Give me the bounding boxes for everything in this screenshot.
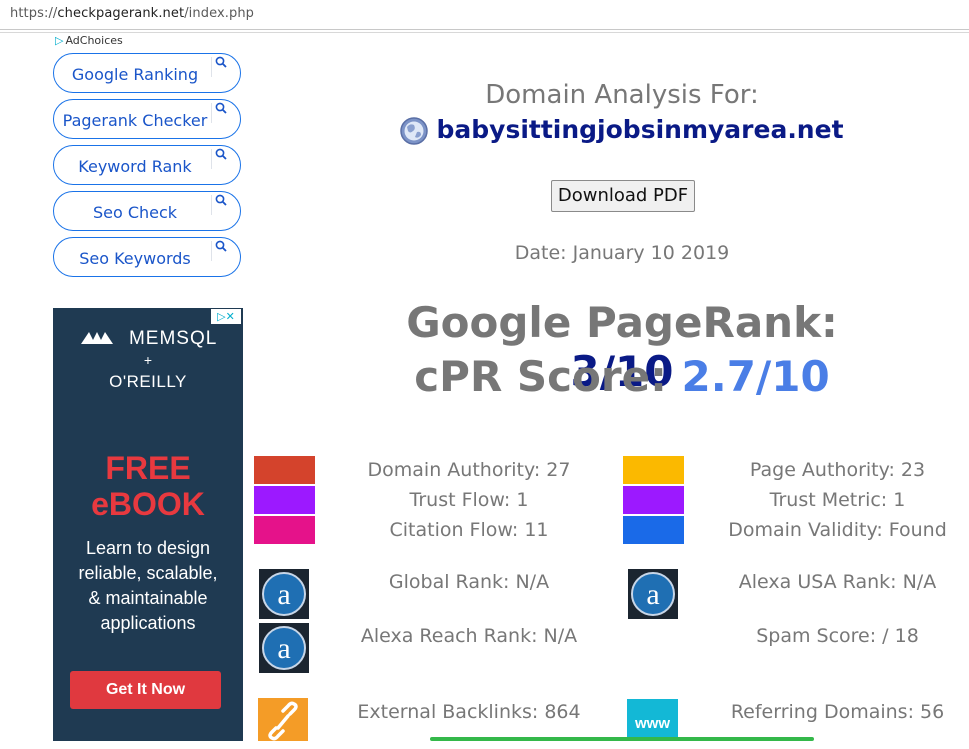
- domain-name: babysittingjobsinmyarea.net: [436, 115, 844, 144]
- seo-check-button[interactable]: Seo Check: [53, 191, 241, 231]
- download-pdf-button[interactable]: Download PDF: [551, 180, 695, 212]
- url-scheme: https://: [10, 6, 58, 21]
- domain-validity-swatch: [623, 516, 684, 544]
- oreilly-logo: O'REILLY: [109, 372, 187, 391]
- ad-body: Learn to design reliable, scalable, & ma…: [53, 536, 243, 636]
- cpr-label: cPR Score:: [414, 352, 682, 401]
- ad-headline-ebook: eBOOK: [91, 486, 205, 522]
- divider: [0, 32, 969, 33]
- ad-body-line: applications: [100, 613, 196, 633]
- trust-flow-swatch: [254, 486, 315, 514]
- alexa-icon: a: [259, 569, 309, 619]
- keyword-rank-button[interactable]: Keyword Rank: [53, 145, 241, 185]
- svg-text:a: a: [277, 578, 290, 611]
- divider: [211, 149, 212, 169]
- ad-body-line: & maintainable: [88, 588, 208, 608]
- ad-body-line: reliable, scalable,: [78, 563, 218, 583]
- search-icon: [215, 148, 227, 160]
- ad-headline-free: FREE: [105, 450, 191, 486]
- seo-keywords-button[interactable]: Seo Keywords: [53, 237, 241, 277]
- button-label: Seo Keywords: [79, 249, 191, 268]
- sidebar-advertisement[interactable]: ▷✕ MEMSQL + O'REILLY FREE eBOOK Learn to…: [53, 308, 243, 741]
- search-icon: [215, 194, 227, 206]
- plus-text: +: [143, 352, 153, 368]
- trust-metric: Trust Metric: 1: [769, 489, 906, 511]
- memsql-logo-icon: [80, 332, 113, 344]
- page-authority: Page Authority: 23: [749, 459, 926, 481]
- search-icon: [215, 102, 227, 114]
- google-ranking-button[interactable]: Google Ranking: [53, 53, 241, 93]
- pagerank-label: Google PageRank:: [406, 298, 838, 347]
- url-path: /index.php: [184, 6, 255, 21]
- pagerank-checker-button[interactable]: Pagerank Checker: [53, 99, 241, 139]
- citation-flow: Citation Flow: 11: [389, 519, 549, 541]
- get-it-now-button[interactable]: Get It Now: [70, 671, 221, 709]
- referring-domains: Referring Domains: 56: [730, 701, 945, 723]
- alexa-icon: a: [628, 569, 678, 619]
- divider: [211, 241, 212, 261]
- spam-score: Spam Score: / 18: [756, 625, 919, 647]
- divider: [211, 195, 212, 215]
- alexa-reach-rank: Alexa Reach Rank: N/A: [360, 625, 578, 647]
- adchoices-label: AdChoices: [65, 34, 123, 47]
- domain-authority: Domain Authority: 27: [367, 459, 571, 481]
- analyzed-domain: babysittingjobsinmyarea.net: [370, 115, 874, 145]
- domain-authority-swatch: [254, 456, 315, 484]
- link-icon: [258, 698, 308, 741]
- svg-text:a: a: [277, 632, 290, 665]
- trust-flow: Trust Flow: 1: [409, 489, 529, 511]
- trust-metric-swatch: [623, 486, 684, 514]
- search-icon: [215, 240, 227, 252]
- address-bar[interactable]: https://checkpagerank.net/index.php: [0, 0, 969, 30]
- alexa-usa-rank: Alexa USA Rank: N/A: [738, 571, 937, 593]
- analysis-title: Domain Analysis For:: [485, 80, 759, 110]
- url-text[interactable]: https://checkpagerank.net/index.php: [10, 6, 254, 21]
- status-bar: [430, 737, 814, 741]
- external-backlinks: External Backlinks: 864: [357, 701, 581, 723]
- citation-flow-swatch: [254, 516, 315, 544]
- ad-close-icon[interactable]: ▷✕: [211, 309, 241, 324]
- adchoices-icon: ▷: [55, 34, 64, 47]
- button-label: Keyword Rank: [78, 157, 192, 176]
- cpr-score: cPR Score: 2.7/10: [370, 352, 874, 401]
- button-label: Seo Check: [92, 203, 178, 222]
- divider: [211, 103, 212, 123]
- www-icon: www: [627, 699, 678, 741]
- analysis-date: Date: January 10 2019: [514, 242, 730, 264]
- memsql-logo: MEMSQL: [53, 328, 243, 350]
- url-domain: checkpagerank.net: [57, 6, 185, 21]
- domain-validity: Domain Validity: Found: [728, 519, 947, 541]
- search-icon: [215, 56, 227, 68]
- cpr-value: 2.7/10: [681, 352, 830, 401]
- globe-icon: [400, 117, 429, 145]
- ad-body-line: Learn to design: [85, 538, 211, 558]
- svg-text:a: a: [646, 578, 659, 611]
- global-rank: Global Rank: N/A: [388, 571, 550, 593]
- chain-link-icon: [268, 701, 298, 741]
- page-authority-swatch: [623, 456, 684, 484]
- divider: [211, 57, 212, 77]
- alexa-icon: a: [259, 623, 309, 673]
- memsql-text: MEMSQL: [128, 328, 218, 349]
- adchoices-link[interactable]: ▷ AdChoices: [55, 34, 123, 47]
- button-label: Pagerank Checker: [62, 111, 208, 130]
- button-label: Google Ranking: [71, 65, 199, 84]
